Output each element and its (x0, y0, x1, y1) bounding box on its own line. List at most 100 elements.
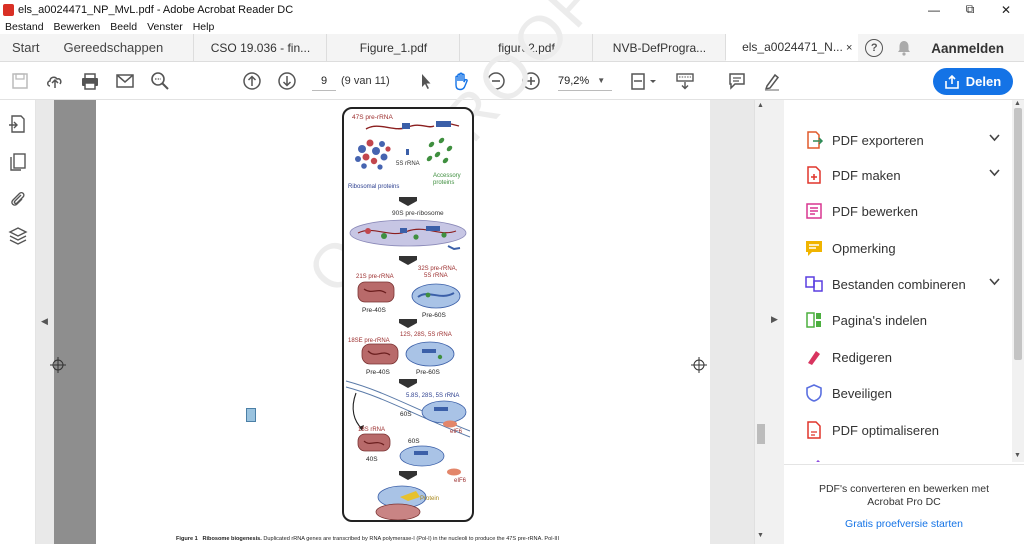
export-pages-icon[interactable] (8, 114, 28, 134)
flow-arrow-4 (399, 379, 417, 388)
menu-help[interactable]: Help (193, 21, 215, 33)
tool-item-label: Invullen en ondertekenen (832, 460, 978, 463)
close-window-icon[interactable]: ✕ (988, 0, 1024, 19)
tool-item-export-pdf[interactable]: PDF exporteren (784, 123, 1010, 157)
help-icon[interactable]: ? (865, 39, 884, 57)
tool-item-optimize-pdf[interactable]: PDF optimaliseren (784, 413, 1010, 447)
tool-item-edit-pdf[interactable]: PDF bewerken (784, 194, 1010, 228)
flow-arrow-1 (399, 197, 417, 206)
tools-scroll-down-icon[interactable]: ▼ (1014, 452, 1021, 459)
label-18se: 18SE pre-rRNA (348, 338, 390, 344)
previous-page-icon[interactable] (242, 71, 262, 91)
scrollbar-thumb[interactable] (757, 424, 765, 444)
label-accessory-2: proteins (433, 180, 454, 186)
label-60s-b: 60S (408, 438, 420, 445)
tool-item-label: PDF exporteren (832, 132, 924, 148)
share-button[interactable]: Delen (933, 68, 1013, 95)
chevron-left-icon[interactable]: ◀ (41, 316, 48, 327)
tool-item-combine-files[interactable]: Bestanden combineren (784, 267, 1010, 301)
pdf-page[interactable]: OST PROOFS 47S pre-rRNA (50, 0, 710, 544)
close-tab-icon[interactable]: × (846, 42, 852, 54)
tool-item-protect[interactable]: Beveiligen (784, 376, 1010, 410)
menu-bewerken[interactable]: Bewerken (54, 21, 101, 33)
notification-bell-icon[interactable] (897, 40, 911, 56)
document-scrollbar[interactable]: ▲ ▼ (754, 100, 766, 544)
scroll-down-icon[interactable]: ▼ (757, 532, 764, 539)
tab-tools[interactable]: Gereedschappen (51, 34, 193, 61)
menu-bestand[interactable]: Bestand (5, 21, 44, 33)
chevron-right-icon[interactable]: ▶ (771, 314, 778, 325)
scroll-up-icon[interactable]: ▲ (757, 102, 764, 109)
tools-scrollbar[interactable]: ▲ ▼ (1012, 100, 1024, 462)
save-icon[interactable] (10, 71, 30, 91)
pane-collapse-strip[interactable]: ▶ (766, 100, 784, 544)
upgrade-promo: PDF's converteren en bewerken met Acroba… (784, 464, 1024, 544)
tool-item-organize-pages[interactable]: Pagina's indelen (784, 303, 1010, 337)
window-controls: — ⧉ ✕ (916, 0, 1024, 19)
tool-item-create-pdf[interactable]: PDF maken (784, 158, 1010, 192)
next-page-icon[interactable] (277, 71, 297, 91)
page-thumbnails-icon[interactable] (8, 152, 28, 172)
chevron-down-icon[interactable] (989, 168, 1000, 180)
tab-doc-4[interactable]: NVB-DefProgra... (592, 34, 725, 61)
tab-doc-2[interactable]: Figure_1.pdf (326, 34, 459, 61)
zoom-level-value: 79,2% (558, 74, 590, 87)
ribosome-diagram: 47S pre-rRNA 5S rRNA Accessory proteins … (345, 114, 471, 520)
accessory-proteins-cluster (426, 137, 453, 164)
flow-arrow-5 (399, 471, 417, 480)
tab-doc-active[interactable]: els_a0024471_N... × (725, 34, 859, 61)
find-zoom-icon[interactable] (150, 71, 170, 91)
label-pre60s-a: Pre-60S (422, 312, 447, 319)
tool-item-label: Opmerking (832, 240, 896, 256)
label-ribosomal-proteins: Ribosomal proteins (348, 184, 399, 190)
label-pre40s-a: Pre-40S (362, 307, 387, 314)
email-icon[interactable] (115, 71, 135, 91)
s60-block-a (434, 407, 448, 411)
tab-doc-1[interactable]: CSO 19.036 - fin... (193, 34, 326, 61)
caption-title: Ribosome biogenesis. (202, 536, 262, 542)
chevron-down-icon[interactable] (989, 277, 1000, 289)
print-icon[interactable] (80, 71, 100, 91)
label-pre60s-b: Pre-60S (416, 369, 441, 376)
tool-item-label: Bestanden combineren (832, 276, 966, 292)
flow-arrow-3 (399, 319, 417, 328)
crosshair-icon-left (50, 357, 66, 373)
protein-90s-d (441, 232, 447, 238)
figure-caption: Figure 1 Ribosome biogenesis. Duplicated… (176, 536, 559, 542)
ribosome-80s-bottom (375, 503, 421, 520)
tab-doc-active-label: els_a0024471_N... (742, 40, 843, 54)
comment-tool-icon[interactable] (727, 71, 747, 91)
tool-item-fill-sign[interactable]: Invullen en ondertekenen (784, 450, 1010, 462)
label-60s-a: 60S (400, 411, 412, 418)
chevron-down-icon[interactable] (989, 133, 1000, 145)
export-arrow-40s (352, 392, 363, 430)
tools-pane: ▶ PDF exporteren PDF maken PDF bewerken Opm… (766, 100, 1024, 544)
minimize-icon[interactable]: — (916, 0, 952, 19)
keyboard-scroll-icon[interactable] (675, 71, 695, 91)
highlight-pen-icon[interactable] (762, 71, 782, 91)
free-trial-link[interactable]: Gratis proefversie starten (784, 518, 1024, 530)
rrna-block-90s-a (400, 228, 407, 233)
attachment-icon[interactable] (8, 189, 28, 209)
tab-start[interactable]: Start (0, 34, 51, 61)
menu-beeld[interactable]: Beeld (110, 21, 137, 33)
rrna-5s-marker (406, 149, 409, 155)
restore-icon[interactable]: ⧉ (952, 0, 988, 19)
tools-scrollbar-thumb[interactable] (1014, 108, 1022, 360)
select-cursor-icon[interactable] (416, 71, 436, 91)
eif6-shape-a (443, 420, 457, 428)
zoom-level-select[interactable]: 79,2% ▼ (558, 71, 612, 91)
create-pdf-icon (804, 165, 824, 185)
layers-icon[interactable] (8, 226, 28, 246)
sign-in-button[interactable]: Aanmelden (931, 41, 1004, 56)
page-number-input[interactable]: 9 (312, 71, 336, 91)
tool-item-comment[interactable]: Opmerking (784, 231, 1010, 265)
page-fit-icon[interactable] (630, 71, 658, 91)
menu-venster[interactable]: Venster (147, 21, 183, 33)
tools-scroll-up-icon[interactable]: ▲ (1014, 100, 1021, 107)
annotation-marker[interactable] (246, 408, 256, 422)
tool-item-redact[interactable]: Redigeren (784, 340, 1010, 374)
document-viewer[interactable]: ◀ OST PROOFS 47S pre-rRNA (36, 0, 754, 544)
cloud-upload-icon[interactable] (45, 71, 65, 91)
label-eif6-a: eIF6 (450, 429, 463, 435)
